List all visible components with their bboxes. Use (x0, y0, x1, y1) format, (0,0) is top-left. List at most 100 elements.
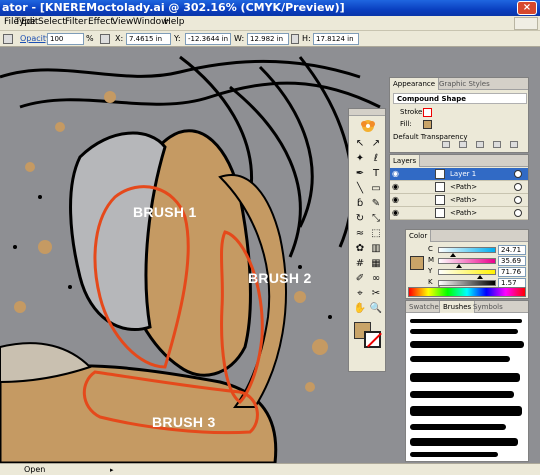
title-bar: ator - [KNEREMoctolady.ai @ 302.16% (CMY… (0, 0, 540, 16)
color-fill-swatch[interactable] (410, 256, 424, 270)
channel-value[interactable]: 35.69 (498, 256, 526, 266)
layer-row[interactable]: ◉ Layer 1 (390, 168, 528, 181)
status-open-label[interactable]: Open (24, 465, 45, 474)
layer-row[interactable]: ◉ <Path> (390, 207, 528, 220)
channel-key: Y (428, 267, 433, 275)
gradient-icon[interactable]: ▦ (369, 257, 383, 270)
zoom-icon[interactable]: 🔍 (369, 302, 383, 315)
free-transform-icon[interactable]: ⬚ (369, 227, 383, 240)
stroke-swatch[interactable] (364, 331, 381, 348)
paintbrush-icon[interactable]: ɓ (353, 197, 367, 210)
tools-panel-header[interactable] (349, 109, 385, 116)
layer-row[interactable]: ◉ <Path> (390, 181, 528, 194)
brush-stroke[interactable] (410, 319, 522, 323)
eyedropper-icon[interactable]: ✐ (353, 272, 367, 285)
visibility-eye-icon[interactable]: ◉ (392, 170, 401, 178)
channel-slider[interactable] (438, 247, 496, 253)
lasso-icon[interactable]: ℓ (369, 152, 383, 165)
brush-stroke[interactable] (410, 356, 510, 362)
constrain-icon[interactable] (291, 34, 299, 44)
tab-graphic-styles[interactable]: Graphic Styles (436, 78, 493, 90)
symbol-sprayer-icon[interactable]: ✿ (353, 242, 367, 255)
reduce-basic-icon[interactable] (476, 141, 484, 148)
y-field[interactable]: -12.3644 in (185, 33, 231, 45)
w-label: W: (234, 34, 245, 43)
w-field[interactable]: 12.982 in (247, 33, 289, 45)
close-button[interactable]: × (517, 1, 537, 15)
channel-slider[interactable] (438, 280, 496, 286)
tab-color[interactable]: Color (406, 230, 432, 242)
brush-stroke[interactable] (410, 391, 514, 398)
menu-effect[interactable]: Effect (88, 17, 114, 27)
brush-stroke[interactable] (410, 438, 518, 446)
hand-icon[interactable]: ✋ (353, 302, 367, 315)
clear-appearance-icon[interactable] (459, 141, 467, 148)
appearance-footer (393, 141, 527, 150)
menu-type[interactable]: Type (15, 17, 36, 27)
rectangle-icon[interactable]: ▭ (369, 182, 383, 195)
brush-stroke[interactable] (410, 452, 498, 457)
rotate-icon[interactable]: ↻ (353, 212, 367, 225)
h-field[interactable]: 17.8124 in (313, 33, 359, 45)
channel-value[interactable]: 24.71 (498, 245, 526, 255)
layers-tabs: Layers (390, 155, 528, 167)
brush-3-label: BRUSH 3 (152, 414, 216, 430)
x-field[interactable]: 7.4615 in (126, 33, 171, 45)
pen-icon[interactable]: ✒ (353, 167, 367, 180)
reference-point-icon[interactable] (100, 34, 110, 44)
target-circle-icon[interactable] (514, 170, 522, 178)
brushes-panel: Swatches Brushes Symbols (405, 300, 529, 462)
adobe-flower-icon[interactable] (355, 118, 381, 134)
graph-icon[interactable]: ▥ (369, 242, 383, 255)
tab-appearance[interactable]: Appearance (390, 78, 440, 90)
layers-panel: Layers ◉ Layer 1 ◉ <Path> ◉ <Path> ◉ <Path> (389, 154, 529, 220)
pencil-icon[interactable]: ✎ (369, 197, 383, 210)
new-art-basic-icon[interactable] (442, 141, 450, 148)
fill-color-swatch[interactable] (423, 120, 432, 129)
default-transparency-label: Default Transparency (393, 133, 468, 141)
stroke-none-swatch[interactable] (423, 108, 432, 117)
scale-icon[interactable]: ⤡ (369, 212, 383, 225)
warp-icon[interactable]: ≈ (353, 227, 367, 240)
target-circle-icon[interactable] (514, 196, 522, 204)
brush-stroke[interactable] (410, 373, 520, 382)
line-icon[interactable]: ╲ (353, 182, 367, 195)
channel-value[interactable]: 71.76 (498, 267, 526, 277)
slice-icon[interactable]: ⌖ (353, 287, 367, 300)
visibility-eye-icon[interactable]: ◉ (392, 183, 401, 191)
tab-layers[interactable]: Layers (390, 155, 421, 167)
blend-icon[interactable]: ∞ (369, 272, 383, 285)
layer-name: <Path> (450, 183, 478, 191)
type-icon[interactable]: T (369, 167, 383, 180)
target-circle-icon[interactable] (514, 209, 522, 217)
menu-select[interactable]: Select (38, 17, 66, 27)
color-channel-row: M 35.69 (428, 256, 528, 268)
color-panel: Color C 24.71 M 35.69 Y 71.76 K 1.57 (405, 229, 529, 299)
mesh-icon[interactable]: # (353, 257, 367, 270)
opacity-field[interactable]: 100 (47, 33, 84, 45)
brush-stroke[interactable] (410, 341, 524, 348)
visibility-eye-icon[interactable]: ◉ (392, 209, 401, 217)
brush-stroke[interactable] (410, 406, 522, 416)
brush-stroke[interactable] (410, 424, 506, 430)
direct-select-icon[interactable]: ↗ (369, 137, 383, 150)
appearance-tabs: Appearance Graphic Styles (390, 78, 528, 90)
channel-slider[interactable] (438, 269, 496, 275)
menu-help[interactable]: Help (164, 17, 185, 27)
menu-view[interactable]: View (112, 17, 133, 27)
magic-wand-icon[interactable]: ✦ (353, 152, 367, 165)
trash-icon[interactable] (510, 141, 518, 148)
selection-arrow-icon[interactable]: ↖ (353, 137, 367, 150)
color-spectrum[interactable] (408, 287, 526, 297)
target-circle-icon[interactable] (514, 183, 522, 191)
y-label: Y: (174, 34, 181, 43)
visibility-eye-icon[interactable]: ◉ (392, 196, 401, 204)
layer-row[interactable]: ◉ <Path> (390, 194, 528, 207)
menu-filter[interactable]: Filter (65, 17, 87, 27)
scissors-icon[interactable]: ✂ (369, 287, 383, 300)
duplicate-item-icon[interactable] (493, 141, 501, 148)
channel-slider[interactable] (438, 258, 496, 264)
status-menu-arrow-icon[interactable]: ▸ (110, 466, 118, 474)
tab-symbols[interactable]: Symbols (470, 301, 506, 313)
brush-stroke[interactable] (410, 329, 518, 334)
